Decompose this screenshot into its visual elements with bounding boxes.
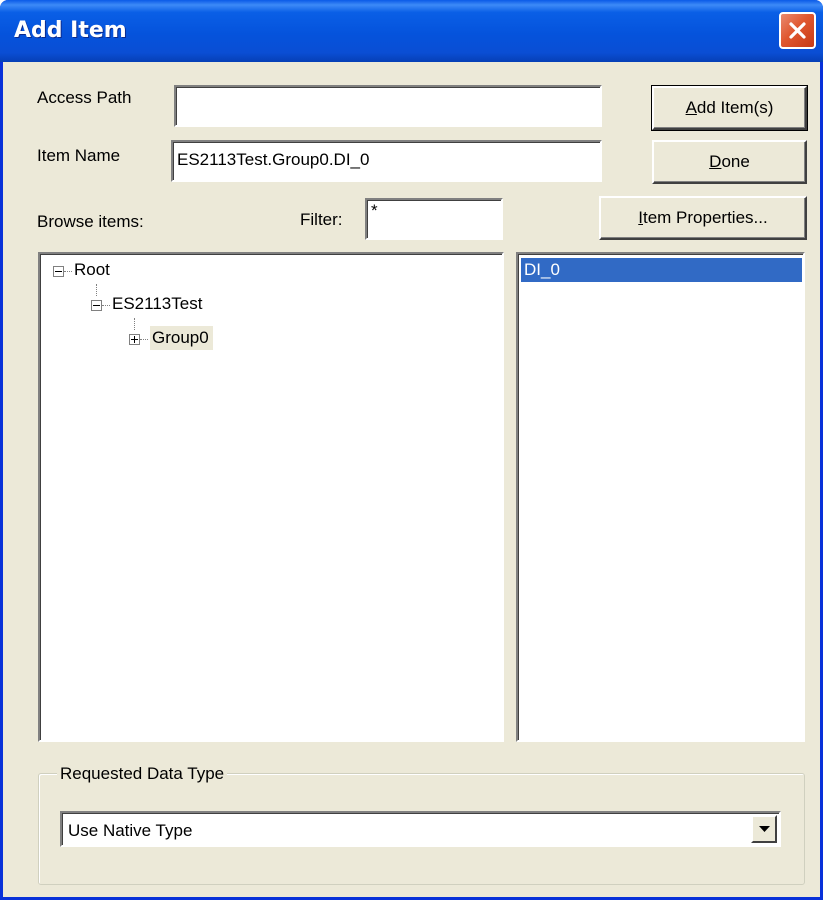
item-name-input[interactable]: ES2113Test.Group0.DI_0 [171, 140, 602, 182]
tree-connector [96, 284, 98, 296]
item-properties-button[interactable]: Item Properties... [599, 196, 807, 240]
done-button-label: Done [709, 152, 750, 171]
collapse-root-icon[interactable] [53, 266, 64, 277]
add-items-button-label: Add Item(s) [685, 98, 774, 117]
tree-node-es2113test[interactable]: ES2113Test [112, 294, 202, 314]
tree-node-root[interactable]: Root [74, 260, 110, 280]
browse-tree[interactable]: Root ES2113Test Group0 [38, 252, 504, 742]
access-path-input[interactable] [174, 85, 602, 127]
access-path-label: Access Path [37, 88, 132, 107]
filter-label: Filter: [300, 210, 343, 229]
close-button[interactable] [779, 12, 816, 49]
data-type-select[interactable]: Use Native Type [60, 811, 781, 847]
requested-data-type-label: Requested Data Type [57, 764, 228, 784]
chevron-down-icon [759, 826, 770, 832]
item-properties-button-label: Item Properties... [638, 208, 768, 227]
filter-input[interactable]: * [365, 198, 503, 240]
item-name-label: Item Name [37, 146, 121, 165]
add-items-button[interactable]: Add Item(s) [651, 85, 808, 131]
collapse-es2113test-icon[interactable] [91, 300, 102, 311]
list-item-selected[interactable]: DI_0 [521, 258, 802, 282]
expand-group0-icon[interactable] [129, 334, 140, 345]
item-list[interactable]: DI_0 [516, 252, 805, 742]
close-icon [789, 22, 806, 39]
add-item-dialog: Add Item Access Path Item Name ES2113Tes… [0, 0, 823, 900]
tree-connector [102, 305, 110, 307]
done-button[interactable]: Done [652, 140, 807, 184]
tree-connector [64, 271, 72, 273]
tree-connector [134, 318, 136, 330]
tree-connector [140, 339, 148, 341]
title-bar[interactable]: Add Item [0, 0, 823, 62]
dropdown-button[interactable] [751, 815, 777, 843]
data-type-selected-value: Use Native Type [68, 821, 193, 840]
browse-items-label: Browse items: [37, 212, 144, 231]
tree-node-group0[interactable]: Group0 [150, 326, 213, 350]
window-title: Add Item [14, 18, 127, 43]
